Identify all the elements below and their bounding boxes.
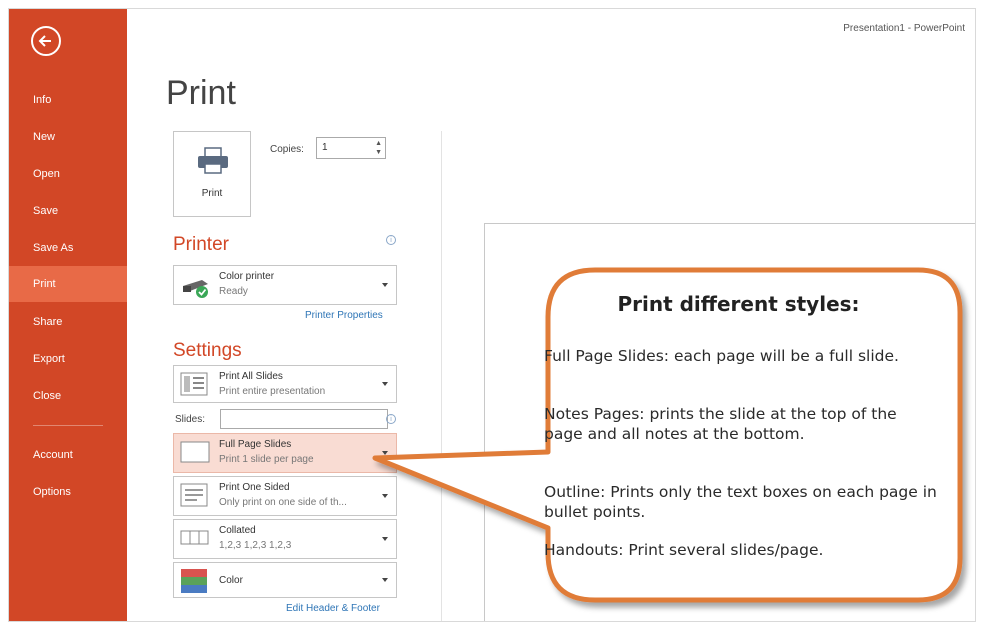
backstage-sidebar: Info New Open Save Save As Print Share E… bbox=[9, 9, 127, 621]
full-page-slide-icon bbox=[180, 441, 210, 463]
nav-options[interactable]: Options bbox=[9, 475, 127, 509]
settings-heading: Settings bbox=[173, 340, 242, 361]
print-range-dropdown[interactable]: Print All Slides Print entire presentati… bbox=[173, 365, 397, 403]
info-icon[interactable]: i bbox=[386, 414, 396, 424]
color-dropdown[interactable]: Color bbox=[173, 562, 397, 598]
printer-dropdown[interactable]: Color printer Ready bbox=[173, 265, 397, 305]
copies-label: Copies: bbox=[270, 144, 304, 155]
info-icon[interactable]: i bbox=[386, 235, 396, 245]
callout-term: Notes Pages: bbox=[544, 405, 645, 423]
sides-title: Print One Sided bbox=[219, 482, 290, 493]
callout-item: Notes Pages: prints the slide at the top… bbox=[544, 404, 939, 444]
callout-item: Outline: Prints only the text boxes on e… bbox=[544, 482, 939, 522]
nav-new[interactable]: New bbox=[9, 120, 127, 154]
nav-account[interactable]: Account bbox=[9, 438, 127, 472]
color-swatch-icon bbox=[181, 569, 207, 593]
print-button[interactable]: Print bbox=[173, 131, 251, 217]
callout-text: Print several slides/page. bbox=[623, 541, 824, 559]
layout-subtitle: Print 1 slide per page bbox=[219, 454, 314, 465]
slides-label: Slides: bbox=[175, 414, 206, 425]
color-printer-icon bbox=[183, 280, 208, 298]
arrow-left-icon bbox=[38, 35, 51, 47]
nav-info[interactable]: Info bbox=[9, 83, 127, 117]
callout-item: Handouts: Print several slides/page. bbox=[544, 540, 939, 560]
nav-save-as[interactable]: Save As bbox=[9, 231, 127, 265]
print-button-label: Print bbox=[201, 188, 223, 199]
collation-subtitle: 1,2,3 1,2,3 1,2,3 bbox=[219, 540, 292, 551]
collated-icon bbox=[180, 530, 209, 545]
printer-properties-link[interactable]: Printer Properties bbox=[305, 310, 383, 321]
printer-name: Color printer bbox=[219, 271, 275, 282]
copies-value: 1 bbox=[322, 142, 328, 153]
sides-dropdown[interactable]: Print One Sided Only print on one side o… bbox=[173, 476, 397, 516]
page-title: Print bbox=[166, 74, 236, 112]
copies-input[interactable]: 1 ▲ ▼ bbox=[316, 137, 386, 159]
nav-share[interactable]: Share bbox=[9, 305, 127, 339]
callout-text: each page will be a full slide. bbox=[669, 347, 899, 365]
slides-input[interactable] bbox=[220, 409, 388, 429]
callout-term: Handouts: bbox=[544, 541, 624, 559]
nav-open[interactable]: Open bbox=[9, 157, 127, 191]
chevron-down-icon bbox=[382, 283, 388, 287]
layout-dropdown[interactable]: Full Page Slides Print 1 slide per page bbox=[173, 433, 397, 473]
nav-close[interactable]: Close bbox=[9, 379, 127, 413]
printer-status: Ready bbox=[219, 286, 248, 297]
nav-print[interactable]: Print bbox=[9, 266, 127, 302]
chevron-down-icon bbox=[382, 537, 388, 541]
callout-title: Print different styles: bbox=[617, 292, 860, 316]
sides-subtitle: Only print on one side of th... bbox=[219, 497, 347, 508]
printer-heading: Printer bbox=[173, 234, 229, 255]
nav-save[interactable]: Save bbox=[9, 194, 127, 228]
nav-separator bbox=[33, 425, 103, 426]
chevron-down-icon bbox=[382, 382, 388, 386]
preview-divider bbox=[441, 131, 442, 621]
print-range-subtitle: Print entire presentation bbox=[219, 386, 326, 397]
layout-title: Full Page Slides bbox=[219, 439, 292, 450]
chevron-down-icon bbox=[382, 494, 388, 498]
printer-icon bbox=[198, 147, 228, 174]
collation-dropdown[interactable]: Collated 1,2,3 1,2,3 1,2,3 bbox=[173, 519, 397, 559]
copies-spinner[interactable]: ▲ ▼ bbox=[375, 139, 382, 157]
one-sided-icon bbox=[180, 483, 208, 507]
callout-term: Full Page Slides: bbox=[544, 347, 670, 365]
slides-icon bbox=[180, 372, 208, 396]
callout-content: Print different styles: Full Page Slides… bbox=[542, 268, 952, 598]
back-button[interactable] bbox=[31, 26, 61, 56]
nav-export[interactable]: Export bbox=[9, 342, 127, 376]
chevron-down-icon bbox=[382, 578, 388, 582]
color-title: Color bbox=[219, 575, 243, 586]
window-title: Presentation1 - PowerPoint bbox=[843, 23, 965, 34]
callout-item: Full Page Slides: each page will be a fu… bbox=[544, 346, 939, 366]
collation-title: Collated bbox=[219, 525, 256, 536]
edit-header-footer-link[interactable]: Edit Header & Footer bbox=[286, 603, 380, 614]
chevron-down-icon bbox=[382, 451, 388, 455]
callout-term: Outline: bbox=[544, 483, 606, 501]
print-range-title: Print All Slides bbox=[219, 371, 283, 382]
